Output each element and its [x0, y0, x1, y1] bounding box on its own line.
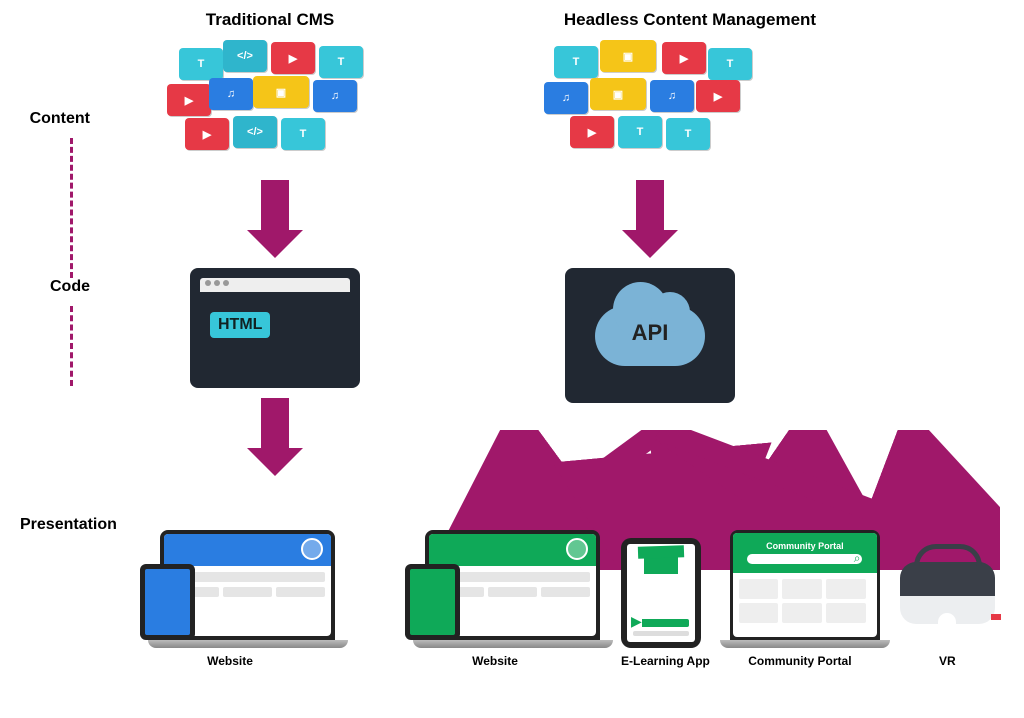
globe-icon [301, 538, 323, 560]
tile-text-icon: T [319, 46, 363, 78]
play-bar-icon [633, 619, 689, 627]
device-community-portal: Community Portal Community Portal [730, 530, 880, 668]
api-label: API [595, 320, 705, 346]
tile-text-icon: T [666, 118, 710, 150]
tile-text-icon: T [554, 46, 598, 78]
tile-music-icon: ♫ [544, 82, 588, 114]
api-box: API [565, 268, 735, 403]
cms-architecture-diagram: Traditional CMS Headless Content Managem… [0, 0, 1024, 718]
tile-image-icon: ▣ [590, 78, 646, 110]
tile-music-icon: ♫ [209, 78, 253, 110]
tile-text-icon: T [281, 118, 325, 150]
tile-text-icon: T [618, 116, 662, 148]
content-cluster-left: T </> ▶ T ▶ ♫ ▣ ♫ ▶ </> T [175, 40, 375, 160]
device-label: E-Learning App [621, 654, 710, 668]
globe-icon [566, 538, 588, 560]
html-render-box: HTML [190, 268, 360, 388]
tile-video-icon: ▶ [271, 42, 315, 74]
arrow-head-icon [622, 230, 678, 258]
device-vr: VR [900, 562, 995, 668]
arrow-down-icon [261, 398, 289, 448]
html-badge: HTML [210, 312, 270, 338]
tile-image-icon: ▣ [600, 40, 656, 72]
device-elearning: E-Learning App [621, 538, 710, 668]
tile-code-icon: </> [233, 116, 277, 148]
tile-video-icon: ▶ [570, 116, 614, 148]
browser-bar-icon [200, 278, 350, 292]
device-label: Website [425, 654, 565, 668]
cloud-icon: API [595, 306, 705, 366]
content-cluster-right: T ▣ ▶ T ♫ ▣ ♫ ▶ ▶ T T [550, 40, 750, 160]
header-headless: Headless Content Management [540, 10, 840, 30]
arrow-down-icon [261, 180, 289, 230]
device-website-blue: Website [160, 530, 336, 668]
vr-headset-icon [900, 562, 995, 624]
tile-video-icon: ▶ [662, 42, 706, 74]
device-label: Community Portal [730, 654, 870, 668]
search-icon [747, 554, 862, 564]
tile-video-icon: ▶ [167, 84, 211, 116]
tile-music-icon: ♫ [650, 80, 694, 112]
device-label: VR [900, 654, 995, 668]
graduation-cap-icon [644, 554, 678, 574]
traditional-cms-column: T </> ▶ T ▶ ♫ ▣ ♫ ▶ </> T HTML [40, 40, 400, 476]
device-label: Website [160, 654, 300, 668]
devices-right: Website E-Learning App Community Portal [425, 530, 995, 668]
tile-video-icon: ▶ [185, 118, 229, 150]
tile-code-icon: </> [223, 40, 267, 72]
tile-text-icon: T [708, 48, 752, 80]
arrow-head-icon [247, 230, 303, 258]
tile-text-icon: T [179, 48, 223, 80]
device-website-green: Website [425, 530, 601, 668]
label-presentation: Presentation [20, 516, 90, 534]
header-traditional: Traditional CMS [140, 10, 400, 30]
headless-cms-column: T ▣ ▶ T ♫ ▣ ♫ ▶ ▶ T T API [430, 40, 990, 413]
tile-video-icon: ▶ [696, 80, 740, 112]
arrow-down-icon [636, 180, 664, 230]
tile-image-icon: ▣ [253, 76, 309, 108]
devices-left: Website [160, 530, 336, 668]
portal-title: Community Portal [766, 541, 844, 551]
arrow-head-icon [247, 448, 303, 476]
tile-music-icon: ♫ [313, 80, 357, 112]
